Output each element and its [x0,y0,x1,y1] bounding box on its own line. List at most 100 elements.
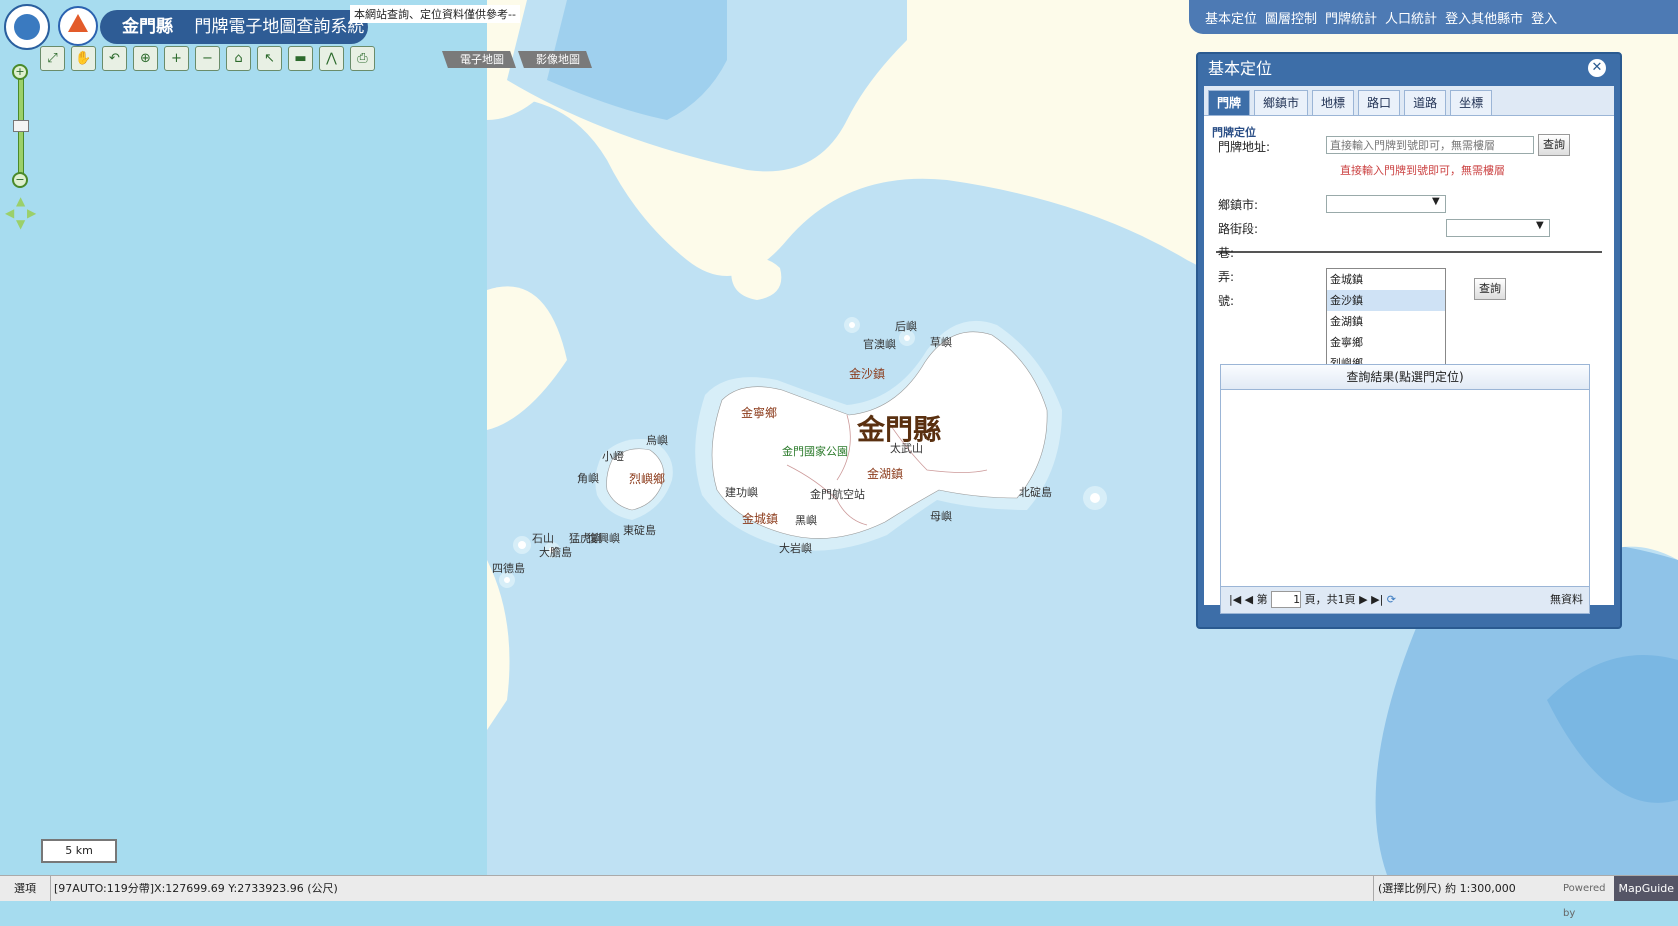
map-label-town: 金城鎮 [742,512,779,526]
map-label-town: 金湖鎮 [867,467,904,481]
town-dropdown-list: 金城鎮 金沙鎮 金湖鎮 金寧鄉 烈嶼鄉 [1326,268,1446,375]
next-page-icon[interactable]: ▶ [1359,593,1367,606]
locate-tabs: 門牌 鄉鎮市 地標 路口 道路 坐標 [1204,86,1614,116]
chevron-down-icon[interactable]: ▼ [1536,220,1544,231]
agency-logo [58,6,98,46]
map-label-place: 金門國家公園 [782,445,848,458]
full-extent-icon[interactable]: ⤢ [40,46,65,71]
map-pane-left[interactable] [0,0,487,875]
zoom-plus-icon[interactable]: + [12,64,28,80]
powered-by-label: Powered by [1563,883,1606,919]
zoom-slider[interactable]: + − [12,64,29,188]
page-prefix: 第 [1256,593,1268,606]
tab-landmark[interactable]: 地標 [1312,90,1355,116]
tab-address[interactable]: 門牌 [1208,90,1251,116]
zoom-minus-icon[interactable]: − [12,172,28,188]
menu-other-counties[interactable]: 登入其他縣市 [1445,8,1523,27]
address-query-button[interactable]: 查詢 [1538,134,1570,156]
map-label-place: 草嶼 [930,336,952,349]
menu-login[interactable]: 登入 [1531,8,1557,27]
buffer-icon[interactable]: ⋀ [319,46,344,71]
tab-intersection[interactable]: 路口 [1358,90,1401,116]
select-icon[interactable]: ↖ [257,46,282,71]
menu-address-stats[interactable]: 門牌統計 [1325,8,1377,27]
tab-imagery-map[interactable]: 影像地圖 [518,51,592,68]
tab-road[interactable]: 道路 [1404,90,1447,116]
measure-icon[interactable]: ▬ [288,46,313,71]
zoom-in-icon[interactable]: + [164,46,189,71]
pan-left-icon[interactable]: ◀ [5,206,14,220]
options-button[interactable]: 選項 [0,876,51,901]
map-label-place: 烏嶼 [646,434,668,447]
disclaimer-notice: 本網站查詢、定位資料僅供參考-- [350,5,520,23]
town-label: 鄉鎮市: [1218,198,1259,212]
map-label-place: 東碇島 [623,524,656,537]
lane-label: 巷: [1218,246,1235,260]
map-toolbar: ⤢ ✋ ↶ ⊕ + − ⌂ ↖ ▬ ⋀ ⎙ [40,46,375,71]
form-divider [1216,251,1602,253]
status-bar: 選項 [97AUTO:119分帶]X:127699.69 Y:2733923.9… [0,875,1678,919]
zoom-rect-icon[interactable]: ⊕ [133,46,158,71]
map-label-place: 后嶼 [895,320,917,333]
map-label-place: 黑嶼 [795,514,817,527]
county-name: 金門縣 [122,17,173,37]
road-label: 路街段: [1218,222,1259,236]
last-page-icon[interactable]: ▶| [1371,593,1383,606]
coordinate-readout: [97AUTO:119分帶]X:127699.69 Y:2733923.96 (… [54,882,338,895]
previous-view-icon[interactable]: ↶ [102,46,127,71]
map-label-place: 母嶼 [930,510,952,523]
map-label-place: 金門航空站 [810,488,865,501]
panel-title: 基本定位 [1208,59,1273,78]
road-query-button[interactable]: 查詢 [1474,278,1506,300]
tab-township[interactable]: 鄉鎮市 [1254,90,1309,116]
powered-by: Powered by MapGuide [1560,876,1678,919]
map-label-town: 金寧鄉 [741,406,778,420]
scale-selector[interactable]: (選擇比例尺) 約 1:300,000 [1373,876,1560,901]
basemap-tabs: 電子地圖 影像地圖 [442,51,592,68]
pan-right-icon[interactable]: ▶ [27,206,36,220]
tab-electronic-map[interactable]: 電子地圖 [442,51,516,68]
tab-coordinate[interactable]: 坐標 [1450,90,1493,116]
town-option[interactable]: 金城鎮 [1327,269,1445,290]
town-select[interactable] [1326,195,1446,213]
result-title: 查詢結果(點選門定位) [1221,365,1589,390]
refresh-icon[interactable]: ⟳ [1387,593,1396,606]
menu-basic-locate[interactable]: 基本定位 [1205,8,1257,27]
address-input[interactable]: 直接輸入門牌到號即可，無需樓層 [1326,136,1534,154]
first-page-icon[interactable]: |◀ [1229,593,1241,606]
zoom-out-icon[interactable]: − [195,46,220,71]
page-suffix: 頁，共1頁 [1304,593,1356,606]
map-label-place: 建功嶼 [725,486,758,499]
prev-page-icon[interactable]: ◀ [1245,593,1253,606]
no-data-label: 無資料 [1550,593,1583,606]
menu-layer-control[interactable]: 圖層控制 [1265,8,1317,27]
address-label: 門牌地址: [1218,140,1271,154]
map-label-town: 金沙鎮 [849,367,886,381]
home-icon[interactable]: ⌂ [226,46,251,71]
road-select[interactable] [1446,219,1550,237]
mapguide-logo: MapGuide [1614,876,1678,901]
town-option[interactable]: 金沙鎮 [1327,290,1445,311]
map-label-place: 小嶝 [602,450,624,463]
close-icon[interactable]: ✕ [1588,59,1606,77]
pan-icon[interactable]: ✋ [71,46,96,71]
result-pager: |◀ ◀ 第 1 頁，共1頁 ▶ ▶| ⟳ 無資料 [1221,586,1589,613]
chevron-down-icon[interactable]: ▼ [1432,196,1440,207]
locate-panel: 基本定位 ✕ 門牌 鄉鎮市 地標 路口 道路 坐標 門牌定位 門牌地址: 直接輸… [1196,52,1622,629]
pan-control[interactable]: ▲ ◀ ▶ ▼ [5,194,37,231]
menu-population-stats[interactable]: 人口統計 [1385,8,1437,27]
map-label-place: 四德島 [492,562,525,575]
top-menu: 基本定位 圖層控制 門牌統計 人口統計 登入其他縣市 登入 [1189,0,1678,34]
ministry-logo [4,4,50,50]
map-label-place: 太武山 [890,442,923,455]
map-label-town: 烈嶼鄉 [629,472,666,486]
map-label-place: 猛虎嶼 [569,532,602,545]
town-option[interactable]: 金湖鎮 [1327,311,1445,332]
pan-down-icon[interactable]: ▼ [16,217,25,231]
pan-up-icon[interactable]: ▲ [16,194,25,208]
print-icon[interactable]: ⎙ [350,46,375,71]
town-option[interactable]: 金寧鄉 [1327,332,1445,353]
system-title-bar: 金門縣 門牌電子地圖查詢系統 [100,10,368,44]
zoom-thumb[interactable] [13,120,29,132]
page-input[interactable]: 1 [1271,591,1302,608]
